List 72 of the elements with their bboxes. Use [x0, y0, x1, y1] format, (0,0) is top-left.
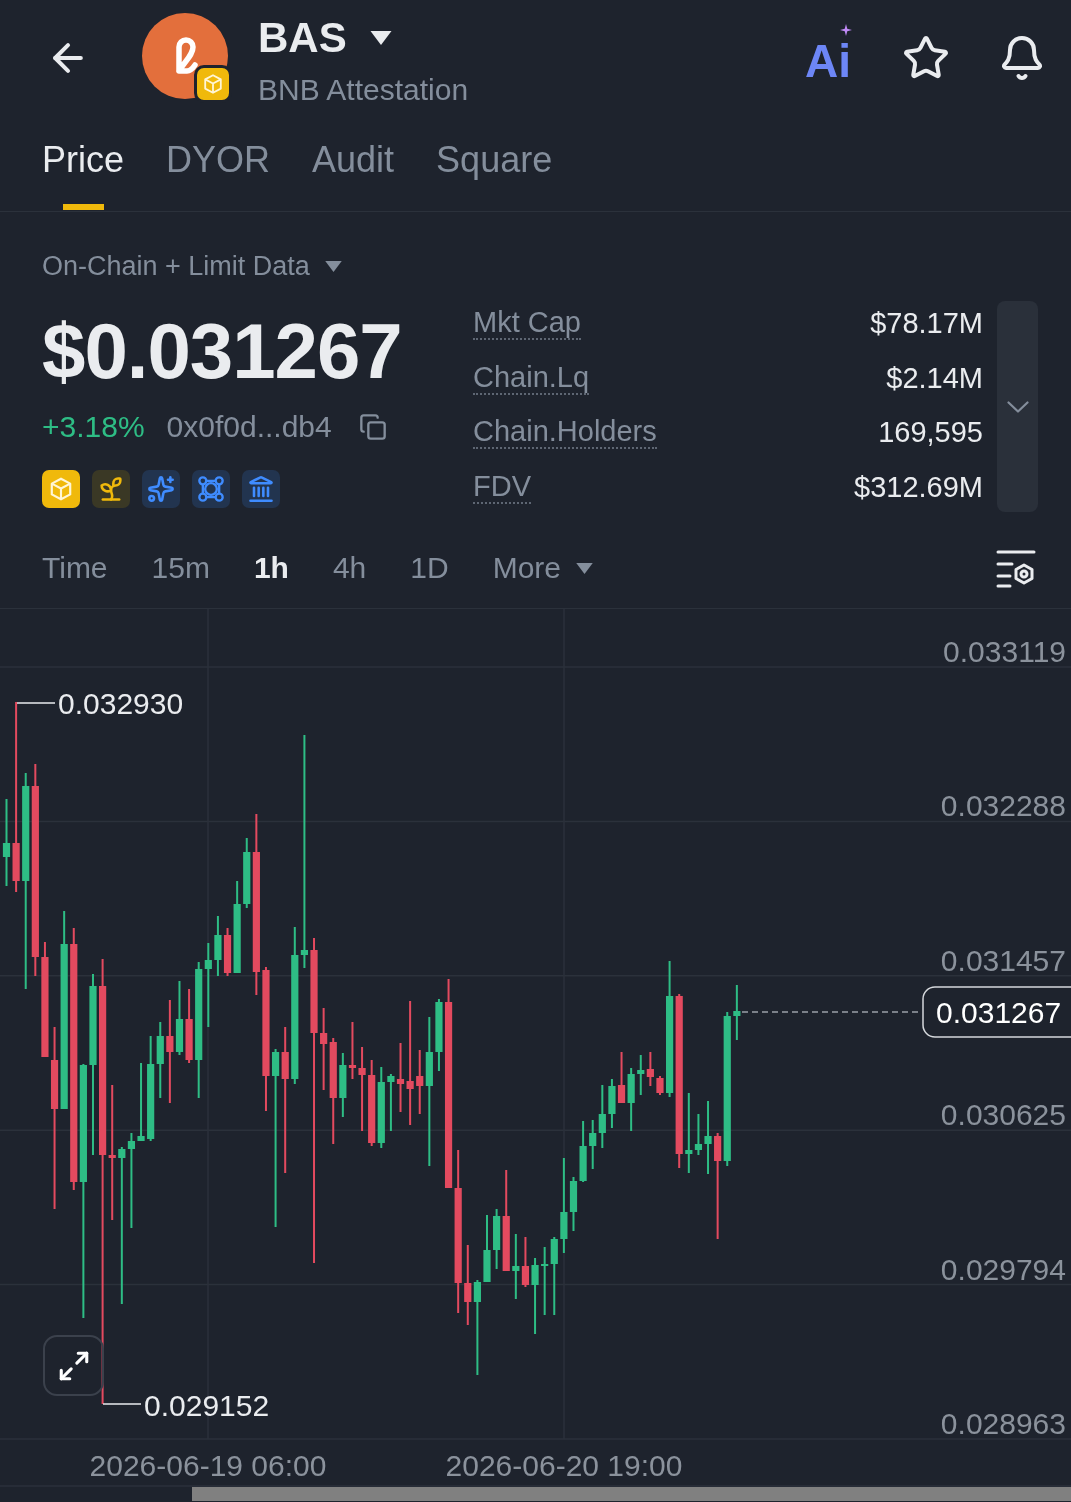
rising-candle: [637, 1055, 645, 1095]
current-price: $0.031267: [42, 312, 403, 390]
rising-candle: [243, 838, 251, 908]
contract-address: 0x0f0d...db4: [166, 411, 332, 443]
sprout-icon: [92, 470, 130, 508]
falling-candle: [646, 1052, 654, 1086]
settings-icon: [996, 548, 1036, 588]
rising-candle: [512, 1234, 520, 1299]
falling-candle: [223, 928, 232, 976]
y-axis-label: 0.032288: [940, 789, 1066, 823]
rising-candle: [435, 999, 443, 1071]
cube-icon: [42, 470, 80, 508]
rising-candle: [733, 985, 741, 1040]
rising-candle: [608, 1079, 616, 1128]
ai-assistant-button[interactable]: Ai: [800, 21, 856, 86]
copy-icon: [358, 413, 387, 441]
scrollbar-thumb[interactable]: [192, 1487, 1071, 1501]
stat-value: $312.69M: [854, 470, 983, 503]
stat-label[interactable]: Chain.Lq: [473, 360, 590, 395]
interval-option[interactable]: 15m: [151, 551, 210, 585]
tab[interactable]: Audit: [312, 115, 395, 211]
y-axis-label: 0.030625: [940, 1098, 1066, 1132]
rising-candle: [387, 1074, 395, 1131]
falling-candle: [416, 1050, 424, 1114]
token-switcher-button[interactable]: BAS: [258, 14, 469, 61]
rising-candle: [339, 1053, 347, 1117]
caret-icon: [323, 260, 343, 272]
rising-candle: [214, 916, 222, 976]
interval-option[interactable]: 1D: [410, 551, 449, 585]
interval-option[interactable]: 4h: [332, 551, 367, 585]
stat-value: $78.17M: [870, 307, 983, 340]
stat-label[interactable]: Mkt Cap: [473, 306, 581, 341]
x-axis-label: 2026-06-19 06:00: [89, 1449, 327, 1482]
falling-candle: [521, 1237, 530, 1287]
falling-candle: [617, 1052, 626, 1103]
y-axis-label: 0.033119: [943, 635, 1066, 668]
y-axis-label: 0.031457: [940, 943, 1066, 977]
stat-label[interactable]: FDV: [473, 469, 531, 504]
cube-badge-icon: [194, 64, 232, 103]
stat-value: $2.14M: [886, 361, 983, 394]
tab[interactable]: Square: [436, 115, 553, 211]
y-axis-label: 0.029794: [940, 1252, 1066, 1286]
tab[interactable]: DYOR: [166, 115, 271, 211]
rising-candle: [493, 1209, 501, 1269]
sparkle-icon: [840, 23, 852, 36]
stat-value: 169,595: [878, 416, 983, 449]
chevron-down-icon: [1006, 400, 1029, 413]
token-name: BNB Attestation: [258, 72, 469, 107]
rising-candle: [627, 1068, 635, 1131]
price-change: +3.18%: [42, 411, 145, 443]
more-intervals-dropdown[interactable]: More: [492, 551, 595, 585]
network-icon: [192, 470, 230, 508]
x-axis-label: 2026-06-20 19:00: [445, 1449, 683, 1482]
y-axis-label: 0.028963: [940, 1407, 1066, 1440]
interval-option[interactable]: 1h: [253, 551, 289, 585]
low-price-label: 0.029152: [144, 1389, 270, 1422]
tab[interactable]: Price: [42, 115, 125, 211]
data-source-dropdown[interactable]: On-Chain + Limit Data: [42, 252, 343, 280]
caret-icon: [368, 30, 393, 45]
sparkles-icon: [142, 470, 180, 508]
copy-button[interactable]: [357, 412, 388, 442]
bank-icon: [242, 470, 280, 508]
stat-label[interactable]: Chain.Holders: [473, 415, 657, 450]
low-price-leader: [102, 1403, 142, 1405]
high-price-label: 0.032930: [58, 687, 184, 720]
falling-candle: [656, 1076, 664, 1095]
rising-candle: [483, 1215, 491, 1282]
last-price-tag: 0.031267: [922, 986, 1071, 1038]
fullscreen-button[interactable]: [43, 1335, 104, 1396]
interval-option[interactable]: Time: [42, 551, 108, 585]
caret-icon: [575, 562, 595, 574]
high-price-leader: [16, 702, 56, 704]
